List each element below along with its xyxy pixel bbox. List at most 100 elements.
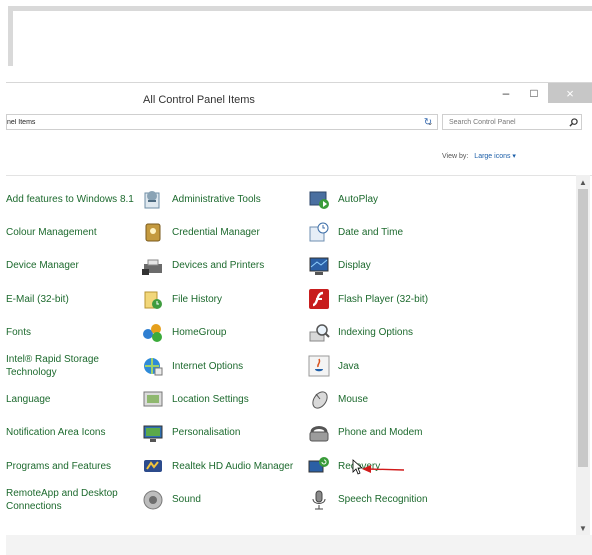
title-bar[interactable]: All Control Panel Items – □ ×: [6, 83, 592, 113]
speech-recognition-icon: [312, 490, 326, 510]
personalisation-icon: [143, 425, 163, 442]
item-label: Device Manager: [6, 260, 79, 272]
item-label: Administrative Tools: [172, 193, 261, 205]
control-panel-item[interactable]: Programs and Features: [6, 452, 134, 480]
item-label: Date and Time: [338, 226, 404, 238]
scroll-down-icon[interactable]: ▼: [576, 521, 590, 535]
item-label: AutoPlay: [338, 193, 379, 205]
item-label: Fonts: [6, 327, 32, 339]
control-panel-window: All Control Panel Items – □ × nel Items …: [6, 82, 592, 555]
item-label: Personalisation: [172, 427, 241, 439]
recovery-icon: [308, 457, 329, 473]
address-path: nel Items: [7, 118, 36, 126]
item-label: Phone and Modem: [338, 427, 423, 439]
control-panel-item[interactable]: Java: [308, 352, 468, 380]
control-panel-item[interactable]: HomeGroup: [142, 319, 308, 347]
sound-icon: [143, 490, 163, 510]
search-placeholder: Search Control Panel: [449, 118, 516, 126]
minimize-button[interactable]: –: [492, 83, 520, 103]
phone-modem-icon: [309, 425, 329, 442]
control-panel-item[interactable]: Location Settings: [142, 385, 308, 413]
control-panel-item[interactable]: AutoPlay: [308, 185, 468, 213]
refresh-icon[interactable]: ↻: [420, 114, 436, 130]
control-panel-item[interactable]: Speech Recognition: [308, 486, 468, 514]
mouse-cursor-icon: [352, 459, 364, 475]
credential-manager-icon: [145, 223, 161, 242]
control-panel-item[interactable]: RemoteApp and Desktop Connections: [6, 486, 134, 514]
scroll-thumb[interactable]: [578, 189, 588, 467]
flash-player-icon: [309, 289, 329, 310]
window-title: All Control Panel Items: [143, 94, 255, 106]
address-bar[interactable]: nel Items ⌄: [6, 114, 438, 130]
item-label: Java: [338, 360, 360, 372]
control-panel-item[interactable]: Language: [6, 385, 134, 413]
maximize-button[interactable]: □: [520, 83, 548, 103]
control-panel-item[interactable]: Intel® Rapid Storage Technology: [6, 352, 134, 380]
devices-printers-icon: [142, 259, 162, 275]
item-label: Realtek HD Audio Manager: [172, 460, 294, 472]
realtek-audio-icon: [144, 460, 162, 473]
control-panel-item[interactable]: E-Mail (32-bit): [6, 285, 134, 313]
item-label: Sound: [172, 494, 201, 506]
item-label: E-Mail (32-bit): [6, 293, 69, 305]
item-label: Add features to Windows 8.1: [6, 193, 134, 205]
control-panel-item[interactable]: Internet Options: [142, 352, 308, 380]
control-panel-item[interactable]: Sound: [142, 486, 308, 514]
item-label: RemoteApp and Desktop Connections: [6, 487, 118, 512]
search-input[interactable]: Search Control Panel: [442, 114, 582, 130]
item-label: Location Settings: [172, 393, 249, 405]
view-by-label: View by:: [442, 153, 469, 160]
search-icon[interactable]: [565, 117, 581, 127]
item-label: Display: [338, 260, 371, 272]
java-icon: [308, 355, 330, 377]
item-label: HomeGroup: [172, 327, 227, 339]
control-panel-item[interactable]: Fonts: [6, 319, 134, 347]
display-icon: [309, 257, 329, 275]
mouse-icon: [312, 391, 328, 410]
item-label: Colour Management: [6, 226, 97, 238]
control-panel-item[interactable]: Personalisation: [142, 419, 308, 447]
control-panel-item[interactable]: Devices and Printers: [142, 252, 308, 280]
homegroup-icon: [143, 323, 162, 342]
item-label: Notification Area Icons: [6, 427, 106, 439]
item-label: Flash Player (32-bit): [338, 293, 429, 305]
control-panel-item[interactable]: Mouse: [308, 385, 468, 413]
control-panel-items: Add features to Windows 8.1 Administrativ…: [6, 183, 574, 543]
window-controls: – □ ×: [492, 83, 592, 105]
view-by: View by: Large icons ▾: [442, 152, 516, 160]
item-label: Programs and Features: [6, 460, 112, 472]
item-label: Intel® Rapid Storage Technology: [6, 354, 99, 378]
item-label: Credential Manager: [172, 226, 260, 238]
control-panel-item[interactable]: Display: [308, 252, 468, 280]
control-panel-item[interactable]: Colour Management: [6, 218, 134, 246]
control-panel-item[interactable]: Credential Manager: [142, 218, 308, 246]
control-panel-item[interactable]: Administrative Tools: [142, 185, 308, 213]
vertical-scrollbar[interactable]: ▲ ▼: [576, 175, 590, 535]
control-panel-item[interactable]: Date and Time: [308, 218, 468, 246]
date-time-icon: [309, 222, 329, 242]
bottom-bar: [6, 535, 592, 555]
admin-tools-icon: [144, 191, 160, 209]
control-panel-item[interactable]: File History: [142, 285, 308, 313]
location-settings-icon: [143, 391, 163, 407]
item-label: Language: [6, 393, 51, 405]
item-label: Mouse: [338, 393, 369, 405]
empty-top-panel: [8, 6, 592, 66]
control-panel-item[interactable]: Device Manager: [6, 252, 134, 280]
scroll-up-icon[interactable]: ▲: [576, 175, 590, 189]
control-panel-item[interactable]: Add features to Windows 8.1: [6, 185, 134, 213]
control-panel-item[interactable]: Phone and Modem: [308, 419, 468, 447]
autoplay-icon: [309, 191, 329, 209]
file-history-icon: [144, 291, 162, 310]
red-arrow-icon: [362, 465, 405, 473]
close-button[interactable]: ×: [548, 83, 592, 103]
item-label: Devices and Printers: [172, 260, 265, 272]
divider: [6, 175, 592, 176]
item-label: Speech Recognition: [338, 494, 428, 506]
control-panel-item[interactable]: Notification Area Icons: [6, 419, 134, 447]
internet-options-icon: [144, 358, 163, 376]
control-panel-item[interactable]: Realtek HD Audio Manager: [142, 452, 308, 480]
control-panel-item[interactable]: Flash Player (32-bit): [308, 285, 468, 313]
view-by-dropdown[interactable]: Large icons ▾: [474, 153, 516, 160]
control-panel-item[interactable]: Indexing Options: [308, 319, 468, 347]
